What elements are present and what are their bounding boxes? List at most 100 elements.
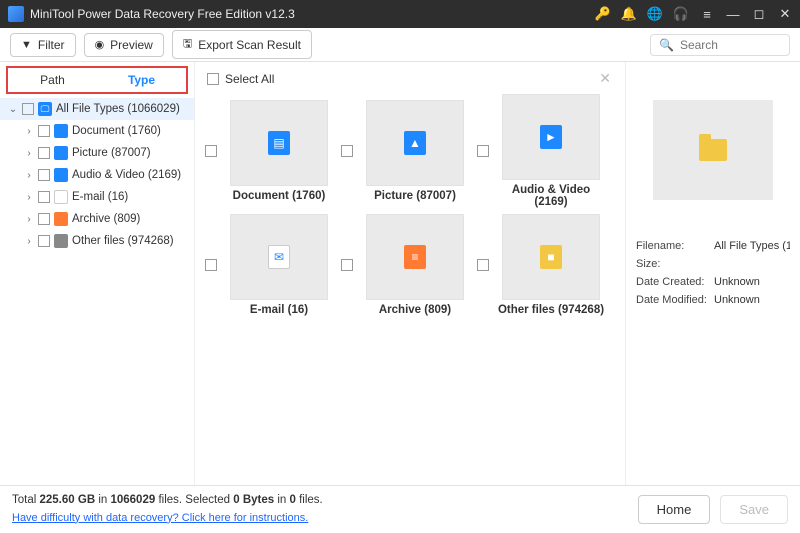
type-icon: ■ <box>540 245 562 269</box>
ic-mail-icon <box>54 190 68 204</box>
main-area: Path Type ⌄ 🖵 All File Types (1066029) ›… <box>0 62 800 485</box>
title-icons: 🔑 🔔 🌐 🎧 ≡ — ◻ ✕ <box>596 7 792 21</box>
type-icon: ► <box>540 125 562 149</box>
folder-icon <box>699 139 727 161</box>
checkbox[interactable] <box>477 145 489 157</box>
tree-item[interactable]: ›Picture (87007) <box>0 142 194 164</box>
chevron-right-icon: › <box>24 170 34 181</box>
chevron-right-icon: › <box>24 214 34 225</box>
tab-path[interactable]: Path <box>8 68 97 92</box>
help-link[interactable]: Have difficulty with data recovery? Clic… <box>12 512 308 524</box>
tree-root[interactable]: ⌄ 🖵 All File Types (1066029) <box>0 98 194 120</box>
checkbox[interactable] <box>38 125 50 137</box>
thumbnail: ✉ <box>230 214 328 300</box>
grid-item[interactable]: ► Audio & Video (2169) <box>495 94 607 208</box>
detail-preview <box>653 100 773 200</box>
window-title: MiniTool Power Data Recovery Free Editio… <box>30 7 596 21</box>
ic-av-icon <box>54 168 68 182</box>
maximize-icon[interactable]: ◻ <box>752 7 766 21</box>
meta-created-v: Unknown <box>714 276 790 288</box>
checkbox[interactable] <box>38 191 50 203</box>
grid-cell: ▲Picture (87007) <box>341 94 471 208</box>
checkbox[interactable] <box>38 213 50 225</box>
select-all-row: Select All ✕ <box>205 68 615 94</box>
tree-item[interactable]: ›Document (1760) <box>0 120 194 142</box>
filter-icon: ▼ <box>21 39 32 51</box>
headset-icon[interactable]: 🎧 <box>674 7 688 21</box>
tree-item-label: Archive (809) <box>72 213 140 225</box>
preview-button[interactable]: ◉Preview <box>84 33 164 57</box>
thumbnail: ≡ <box>366 214 464 300</box>
tree-item-label: Other files (974268) <box>72 235 174 247</box>
grid-cell: ▤Document (1760) <box>205 94 335 208</box>
select-all-label: Select All <box>225 72 274 86</box>
tree-root-label: All File Types (1066029) <box>56 103 180 115</box>
footer: Total 225.60 GB in 1066029 files. Select… <box>0 485 800 533</box>
detail-panel: Filename:All File Types (10660 Size: Dat… <box>625 62 800 485</box>
filter-button[interactable]: ▼ Filter <box>10 33 76 57</box>
tree-item[interactable]: ›Audio & Video (2169) <box>0 164 194 186</box>
detail-meta: Filename:All File Types (10660 Size: Dat… <box>636 240 790 312</box>
grid-item-label: Other files (974268) <box>495 304 607 316</box>
home-button[interactable]: Home <box>638 495 711 524</box>
tree-item[interactable]: › Archive (809) <box>0 208 194 230</box>
tree-item[interactable]: › E-mail (16) <box>0 186 194 208</box>
meta-modified-v: Unknown <box>714 294 790 306</box>
minimize-icon[interactable]: — <box>726 7 740 21</box>
chevron-right-icon: › <box>24 148 34 159</box>
meta-modified-k: Date Modified: <box>636 294 714 306</box>
meta-created-k: Date Created: <box>636 276 714 288</box>
close-panel-icon[interactable]: ✕ <box>599 70 611 87</box>
type-icon: ▲ <box>404 131 426 155</box>
checkbox[interactable] <box>38 235 50 247</box>
grid-item-label: Audio & Video (2169) <box>495 184 607 208</box>
eye-icon: ◉ <box>95 38 105 51</box>
menu-icon[interactable]: ≡ <box>700 7 714 21</box>
ic-other-icon <box>54 234 68 248</box>
monitor-icon: 🖵 <box>38 102 52 116</box>
save-button[interactable]: Save <box>720 495 788 524</box>
checkbox[interactable] <box>205 145 217 157</box>
type-icon: ▤ <box>268 131 290 155</box>
checkbox[interactable] <box>38 169 50 181</box>
tree-item-label: E-mail (16) <box>72 191 128 203</box>
filter-label: Filter <box>38 38 65 52</box>
select-all-checkbox[interactable] <box>207 73 219 85</box>
grid-cell: ■ Other files (974268) <box>477 214 607 316</box>
checkbox[interactable] <box>341 145 353 157</box>
checkbox[interactable] <box>205 259 217 271</box>
checkbox[interactable] <box>477 259 489 271</box>
export-icon: 🖫 <box>183 35 192 54</box>
meta-filename-k: Filename: <box>636 240 714 252</box>
tab-type[interactable]: Type <box>97 68 186 92</box>
key-icon[interactable]: 🔑 <box>596 7 610 21</box>
globe-icon[interactable]: 🌐 <box>648 7 662 21</box>
thumbnail-grid: ▤Document (1760)▲Picture (87007) ► Audio &… <box>205 94 615 316</box>
ic-arch-icon <box>54 212 68 226</box>
grid-item[interactable]: ✉E-mail (16) <box>223 214 335 316</box>
thumbnail: ► <box>502 94 600 180</box>
titlebar: MiniTool Power Data Recovery Free Editio… <box>0 0 800 28</box>
checkbox[interactable] <box>341 259 353 271</box>
thumbnail: ▲ <box>366 100 464 186</box>
close-icon[interactable]: ✕ <box>778 7 792 21</box>
type-icon: ≡ <box>404 245 426 269</box>
checkbox[interactable] <box>38 147 50 159</box>
tree-item[interactable]: ›Other files (974268) <box>0 230 194 252</box>
grid-item[interactable]: ■ Other files (974268) <box>495 214 607 316</box>
grid-cell: ► Audio & Video (2169) <box>477 94 607 208</box>
checkbox[interactable] <box>22 103 34 115</box>
chevron-down-icon: ⌄ <box>8 104 18 115</box>
bell-icon[interactable]: 🔔 <box>622 7 636 21</box>
export-button[interactable]: 🖫Export Scan Result <box>172 30 312 59</box>
grid-cell: ≡ Archive (809) <box>341 214 471 316</box>
ic-pic-icon <box>54 146 68 160</box>
grid-item[interactable]: ≡ Archive (809) <box>359 214 471 316</box>
search-box[interactable]: 🔍 <box>650 34 790 56</box>
grid-item[interactable]: ▤Document (1760) <box>223 100 335 202</box>
grid-item[interactable]: ▲Picture (87007) <box>359 100 471 202</box>
grid-item-label: Archive (809) <box>359 304 471 316</box>
search-input[interactable] <box>680 38 781 52</box>
chevron-right-icon: › <box>24 192 34 203</box>
app-logo <box>8 6 24 22</box>
